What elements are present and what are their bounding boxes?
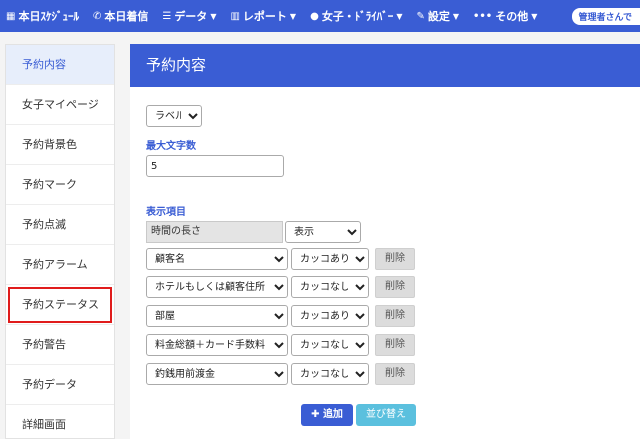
- nav-item-calls[interactable]: ✆ 本日着信: [93, 8, 148, 24]
- sidebar-item-girl-mypage[interactable]: 女子マイページ: [6, 85, 114, 125]
- sidebar-item-alarm[interactable]: 予約アラーム: [6, 245, 114, 285]
- sidebar-item-background-color[interactable]: 予約背景色: [6, 125, 114, 165]
- nav-item-label: 本日ｽｹｼﾞｭｰﾙ: [18, 10, 79, 23]
- user-badge[interactable]: 管理者さんで: [572, 8, 640, 25]
- nav-item-label: データ: [174, 10, 208, 23]
- sort-button[interactable]: 並び替え: [356, 404, 416, 426]
- sidebar-item-reservation-content[interactable]: 予約内容: [6, 45, 114, 85]
- plus-icon: ✚: [311, 409, 320, 420]
- sidebar-item-status[interactable]: 予約ステータス: [6, 285, 114, 325]
- wrench-icon: ✎: [416, 10, 425, 22]
- sidebar-item-warning[interactable]: 予約警告: [6, 325, 114, 365]
- sidebar-item-detail[interactable]: 詳細画面: [6, 405, 114, 439]
- add-button-label: 追加: [322, 409, 343, 420]
- nav-item-schedule[interactable]: ▦ 本日ｽｹｼﾞｭｰﾙ: [6, 8, 79, 24]
- caret-down-icon: ▼: [210, 11, 217, 21]
- bracket-select[interactable]: カッコなし: [291, 276, 369, 298]
- fixed-option-select[interactable]: 表示: [285, 221, 361, 243]
- caret-down-icon: ▼: [289, 11, 297, 21]
- user-icon: ●: [310, 10, 319, 22]
- field-select[interactable]: 料金総額＋カード手数料: [146, 334, 288, 356]
- page-title: 予約内容: [130, 44, 640, 87]
- bracket-select[interactable]: カッコなし: [291, 334, 369, 356]
- bracket-select[interactable]: カッコあり: [291, 305, 369, 327]
- nav-item-label: レポート: [242, 10, 287, 23]
- max-chars-input[interactable]: [146, 155, 284, 177]
- nav-item-other[interactable]: ••• その他 ▼: [473, 8, 537, 24]
- nav-item-label: 本日着信: [104, 10, 149, 23]
- type-select[interactable]: ラベル: [146, 105, 202, 127]
- delete-button[interactable]: 削除: [375, 276, 415, 298]
- bracket-select[interactable]: カッコあり: [291, 248, 369, 270]
- sidebar-item-data[interactable]: 予約データ: [6, 365, 114, 405]
- delete-button[interactable]: 削除: [375, 305, 415, 327]
- delete-button[interactable]: 削除: [375, 248, 415, 270]
- caret-down-icon: ▼: [452, 11, 460, 21]
- bracket-select[interactable]: カッコなし: [291, 363, 369, 385]
- nav-item-staff[interactable]: ● 女子・ﾄﾞﾗｲﾊﾞｰ ▼: [310, 8, 402, 24]
- phone-icon: ✆: [92, 10, 102, 22]
- nav-item-report[interactable]: ▥ レポート ▼: [230, 8, 296, 24]
- more-icon: •••: [473, 10, 493, 22]
- caret-down-icon: ▼: [396, 11, 403, 21]
- display-items-label: 表示項目: [146, 207, 186, 218]
- delete-button[interactable]: 削除: [375, 363, 415, 385]
- fixed-field-cell: 時間の長さ: [146, 221, 283, 243]
- calendar-icon: ▦: [6, 10, 16, 22]
- delete-button[interactable]: 削除: [375, 334, 415, 356]
- content-panel: 予約内容 ラベル 最大文字数 表示項目 時間の長さ 表示 顧客名 カッコあり 削…: [130, 44, 640, 439]
- chart-icon: ▥: [230, 10, 240, 22]
- nav-item-settings[interactable]: ✎ 設定 ▼: [416, 8, 459, 24]
- max-chars-label: 最大文字数: [146, 141, 196, 152]
- nav-item-label: 女子・ﾄﾞﾗｲﾊﾞｰ: [321, 10, 394, 23]
- field-select[interactable]: 部屋: [146, 305, 288, 327]
- field-select[interactable]: 顧客名: [146, 248, 288, 270]
- sidebar-item-blink[interactable]: 予約点滅: [6, 205, 114, 245]
- field-select[interactable]: ホテルもしくは顧客住所: [146, 276, 288, 298]
- field-select[interactable]: 釣銭用前渡金: [146, 363, 288, 385]
- add-button[interactable]: ✚ 追加: [301, 404, 353, 426]
- nav-item-label: その他: [495, 10, 529, 23]
- caret-down-icon: ▼: [531, 11, 538, 21]
- database-icon: ☰: [162, 10, 172, 22]
- top-navbar: ▦ 本日ｽｹｼﾞｭｰﾙ ✆ 本日着信 ☰ データ ▼ ▥ レポート ▼ ● 女子…: [0, 0, 640, 32]
- nav-item-data[interactable]: ☰ データ ▼: [162, 8, 216, 24]
- nav-item-label: 設定: [427, 10, 450, 23]
- sidebar-item-mark[interactable]: 予約マーク: [6, 165, 114, 205]
- sidebar: 予約内容 女子マイページ 予約背景色 予約マーク 予約点滅 予約アラーム 予約ス…: [5, 44, 115, 439]
